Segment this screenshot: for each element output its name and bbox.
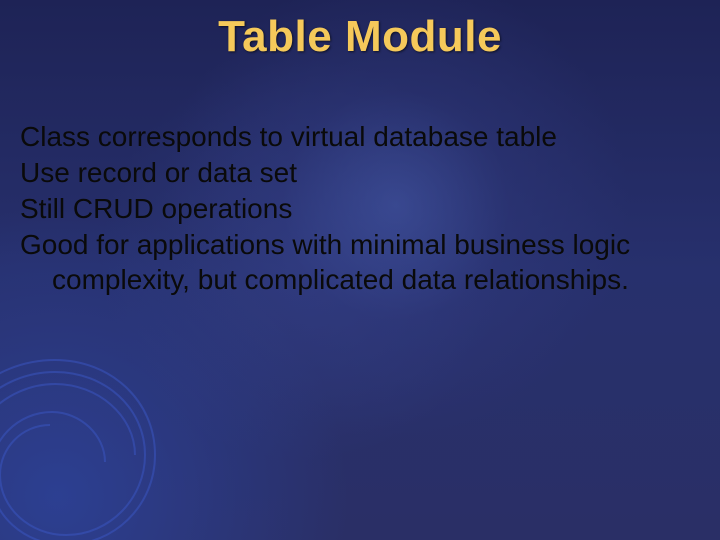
slide-body: Class corresponds to virtual database ta… (20, 120, 690, 299)
bullet-item: Still CRUD operations (20, 192, 690, 226)
slide: Table Module Class corresponds to virtua… (0, 0, 720, 540)
bullet-item: Class corresponds to virtual database ta… (20, 120, 690, 154)
swirl-decoration (0, 340, 190, 540)
bullet-item: Use record or data set (20, 156, 690, 190)
slide-title: Table Module (0, 12, 720, 62)
bullet-item: Good for applications with minimal busin… (20, 228, 690, 296)
